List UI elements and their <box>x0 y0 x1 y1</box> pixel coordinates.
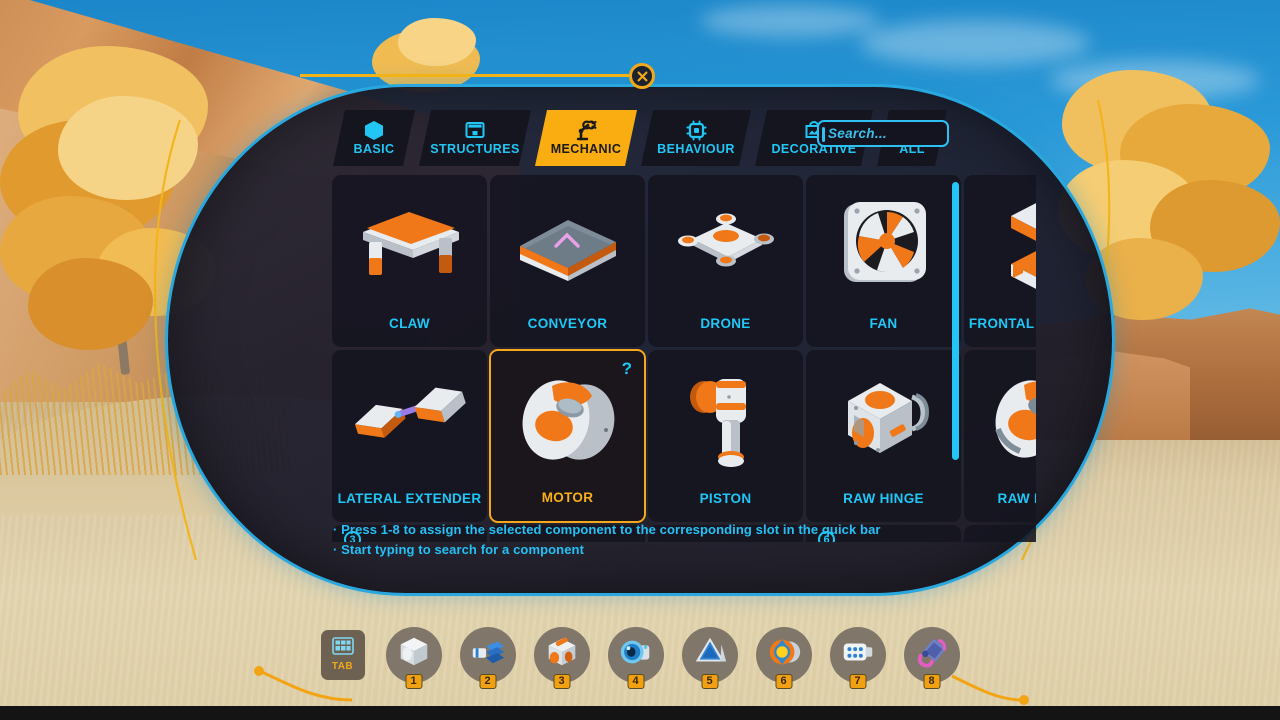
search-caret <box>822 127 825 142</box>
item-artwork <box>648 360 803 478</box>
hint-line: · Press 1-8 to assign the selected compo… <box>333 522 881 537</box>
slot-number: 8 <box>923 673 940 689</box>
item-artwork <box>806 360 961 478</box>
cloud <box>700 5 880 37</box>
grid-item-claw[interactable]: CLAW <box>332 175 487 347</box>
tab-key-button[interactable]: TAB <box>320 629 365 680</box>
grid-item-drone[interactable]: DRONE <box>648 175 803 347</box>
white-panel-item <box>839 633 877 676</box>
white-cube-item <box>395 633 433 676</box>
orange-cube-item <box>543 633 581 676</box>
item-artwork <box>806 185 961 303</box>
tab-key-label: TAB <box>331 661 354 672</box>
cloud <box>860 20 1090 66</box>
item-name: RAW MOTOR <box>997 491 1036 506</box>
close-x-glyph <box>636 70 648 82</box>
search-input[interactable]: Search... <box>817 120 949 147</box>
grid-item-empty[interactable] <box>964 525 1036 542</box>
quick-slot-5[interactable]: 5 <box>681 626 738 689</box>
grid-item-motor[interactable]: ? MOTOR <box>489 349 646 523</box>
item-name: FRONTAL EXTENDER <box>968 316 1036 331</box>
quick-slot-8[interactable]: 8 <box>903 626 960 689</box>
quick-slot-2[interactable]: 2 <box>459 626 516 689</box>
tab-mechanic[interactable]: MECHANIC <box>535 110 637 166</box>
quick-bar-slots: 1 2 3 4 5 6 7 8 <box>385 626 960 689</box>
tab-basic[interactable]: BASIC <box>333 110 415 166</box>
quick-slot-1[interactable]: 1 <box>385 626 442 689</box>
quick-bar: TAB 1 2 3 4 5 6 7 8 <box>0 607 1280 702</box>
item-artwork <box>964 185 1036 303</box>
close-connector-line <box>300 74 630 77</box>
blue-wedge-item <box>691 633 729 676</box>
hint-line: · Start typing to search for a component <box>333 542 585 557</box>
blue-lens-item <box>617 633 655 676</box>
keyboard-hints: · Press 1-8 to assign the selected compo… <box>333 520 881 560</box>
purple-tool-item <box>913 633 951 676</box>
slot-number: 7 <box>849 673 866 689</box>
quick-slot-3[interactable]: 3 <box>533 626 590 689</box>
item-name: RAW HINGE <box>843 491 924 506</box>
chip-icon <box>686 120 707 140</box>
tab-label: STRUCTURES <box>430 142 520 156</box>
building-icon <box>465 120 485 140</box>
quick-slot-7[interactable]: 7 <box>829 626 886 689</box>
robot-arm-icon <box>575 120 597 140</box>
item-artwork <box>490 185 645 303</box>
tab-structures[interactable]: STRUCTURES <box>419 110 531 166</box>
grid-scrollbar-thumb[interactable] <box>952 182 959 461</box>
grid-item-fan[interactable]: FAN <box>806 175 961 347</box>
slot-number: 6 <box>775 673 792 689</box>
component-grid: CLAW CONVEYOR DRONE FAN FRONTAL EXTENDER <box>331 174 1036 542</box>
grid-item-raw-motor[interactable]: RAW MOTOR <box>964 350 1036 522</box>
cube-icon <box>364 120 384 140</box>
slot-number: 4 <box>627 673 644 689</box>
item-name: CLAW <box>389 316 430 331</box>
item-name: CONVEYOR <box>527 316 608 331</box>
grid-keyboard-icon <box>331 637 354 660</box>
grid-item-piston[interactable]: PISTON <box>648 350 803 522</box>
slot-number: 1 <box>405 673 422 689</box>
quick-slot-6[interactable]: 6 <box>755 626 812 689</box>
item-name: FAN <box>869 316 898 331</box>
screen-bottom-bar <box>0 706 1280 720</box>
item-name: DRONE <box>700 316 751 331</box>
grid-item-raw-hinge[interactable]: RAW HINGE <box>806 350 961 522</box>
item-artwork <box>964 360 1036 478</box>
close-icon[interactable] <box>629 63 655 89</box>
blue-connector-item <box>469 633 507 676</box>
slot-number: 2 <box>479 673 496 689</box>
grid-scrollbar[interactable] <box>952 182 959 534</box>
quick-slot-4[interactable]: 4 <box>607 626 664 689</box>
component-grid-viewport: CLAW CONVEYOR DRONE FAN FRONTAL EXTENDER <box>331 174 1036 542</box>
grid-item-conveyor[interactable]: CONVEYOR <box>490 175 645 347</box>
grid-item-lateral-extender[interactable]: LATERAL EXTENDER <box>332 350 487 522</box>
slot-number: 5 <box>701 673 718 689</box>
grid-item-frontal-extender[interactable]: FRONTAL EXTENDER <box>964 175 1036 347</box>
search-placeholder: Search... <box>828 126 887 141</box>
tab-label: BASIC <box>353 142 395 156</box>
item-name: MOTOR <box>541 490 594 505</box>
item-artwork <box>332 360 487 478</box>
slot-number: 3 <box>553 673 570 689</box>
item-name: PISTON <box>699 491 752 506</box>
item-name: LATERAL EXTENDER <box>337 491 482 506</box>
tab-label: BEHAVIOUR <box>657 142 735 156</box>
component-catalog-panel: BASIC STRUCTURES MECHANIC BEHAVIOUR DECORATI… <box>165 84 1115 596</box>
tab-label: MECHANIC <box>550 142 622 156</box>
item-artwork <box>648 185 803 303</box>
help-icon[interactable]: ? <box>622 359 632 379</box>
item-artwork <box>332 185 487 303</box>
orange-ring-item <box>765 633 803 676</box>
tab-behaviour[interactable]: BEHAVIOUR <box>641 110 751 166</box>
